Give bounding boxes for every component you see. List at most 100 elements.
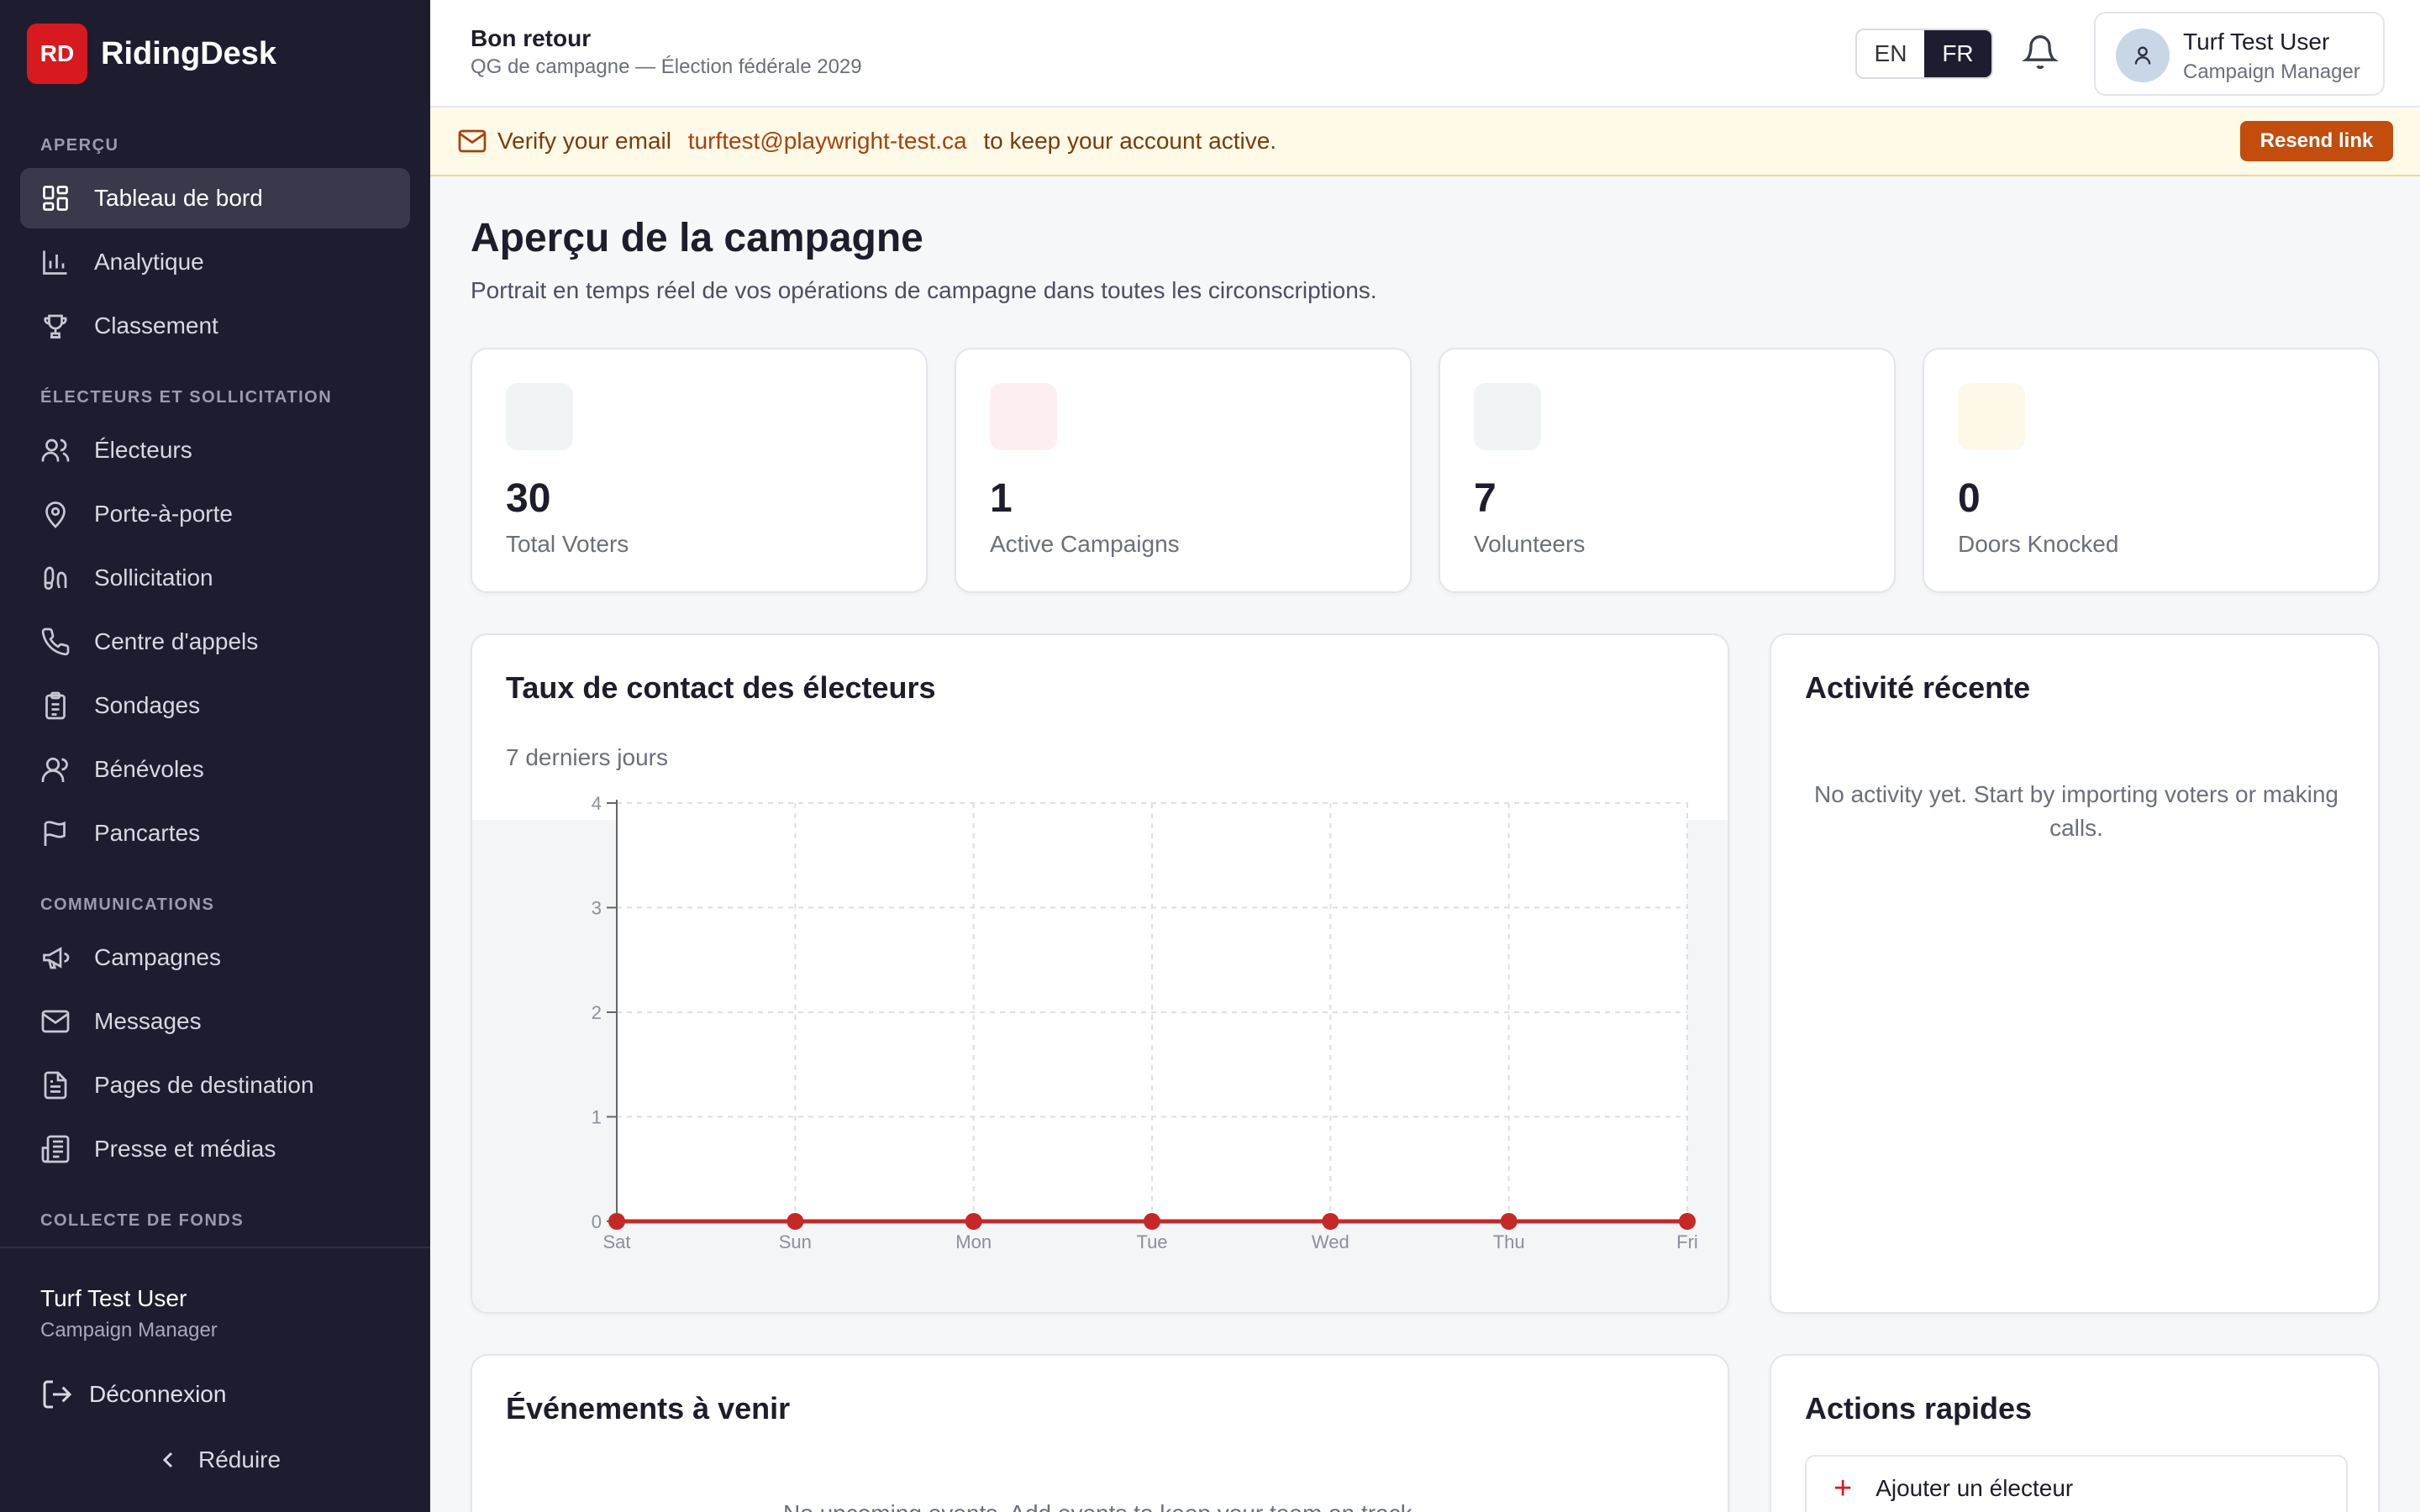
- sidebar-user-role: Campaign Manager: [40, 1319, 218, 1341]
- stat-card-doors-knocked: 0 Doors Knocked: [1923, 348, 2380, 593]
- recent-activity-empty: No activity yet. Start by importing vote…: [1814, 781, 2338, 841]
- megaphone-icon: [43, 947, 70, 969]
- x-tick-label: Mon: [955, 1231, 992, 1252]
- sidebar-item-sollicitation[interactable]: Sollicitation: [20, 548, 410, 608]
- user-icon: [41, 757, 68, 782]
- stat-label: Volunteers: [1474, 531, 1586, 557]
- y-tick-label: 1: [592, 1107, 602, 1128]
- stat-card-total-voters: 30 Total Voters: [471, 348, 928, 593]
- x-tick-label: Sun: [779, 1231, 812, 1252]
- mail-icon: [41, 1010, 70, 1033]
- stat-icon: [1958, 383, 2025, 450]
- data-point: [786, 1213, 804, 1230]
- mail-icon: [458, 129, 487, 153]
- map-pin-icon: [45, 501, 66, 528]
- sidebar-item-electeurs[interactable]: Électeurs: [20, 420, 410, 480]
- sidebar-item-benevoles[interactable]: Bénévoles: [20, 739, 410, 800]
- brand[interactable]: RD RidingDesk: [27, 24, 276, 84]
- welcome-title: Bon retour: [471, 25, 592, 51]
- user-menu[interactable]: Turf Test User Campaign Manager: [2094, 12, 2385, 96]
- banner-suffix: to keep your account active.: [983, 128, 1277, 154]
- page-title: Aperçu de la campagne: [471, 216, 923, 260]
- banner-text: Verify your email turftest@playwright-te…: [497, 128, 1276, 155]
- trophy-icon: [44, 314, 67, 339]
- upcoming-events-title: Événements à venir: [506, 1391, 791, 1425]
- user-menu-role: Campaign Manager: [2183, 60, 2360, 83]
- sidebar-item-label: Porte-à-porte: [94, 501, 233, 527]
- upcoming-events-card: Événements à venir No upcoming events. A…: [471, 1354, 1729, 1512]
- stat-icon: [506, 383, 573, 450]
- stat-value: 0: [1958, 476, 1981, 521]
- sidebar-item-label: Électeurs: [94, 437, 192, 463]
- collapse-sidebar-button[interactable]: Réduire: [155, 1446, 281, 1473]
- user-icon: [2134, 46, 2151, 65]
- header-subtitle: QG de campagne — Élection fédérale 2029: [471, 55, 862, 78]
- lang-fr-button[interactable]: FR: [1924, 30, 1991, 77]
- quick-actions-title: Actions rapides: [1805, 1391, 2033, 1425]
- bar-chart-icon: [43, 250, 67, 275]
- language-switcher: EN FR: [1855, 29, 1993, 79]
- y-tick-label: 4: [592, 793, 602, 814]
- stat-label: Doors Knocked: [1958, 531, 2119, 557]
- chevron-left-icon: [162, 1452, 173, 1468]
- sidebar-item-label: Analytique: [94, 249, 204, 275]
- stat-icon: [990, 383, 1057, 450]
- plus-icon: +: [1833, 1471, 1853, 1506]
- users-icon: [41, 438, 70, 462]
- nav-section-electeurs: ÉLECTEURS ET SOLLICITATION: [40, 388, 333, 407]
- sidebar-item-tableau-de-bord[interactable]: Tableau de bord: [20, 168, 410, 228]
- stat-value: 1: [990, 476, 1013, 521]
- sidebar-item-messages[interactable]: Messages: [20, 991, 410, 1052]
- sidebar-item-centre-appels[interactable]: Centre d'appels: [20, 612, 410, 672]
- sidebar-divider: [0, 1247, 430, 1248]
- y-tick-label: 2: [592, 1002, 602, 1023]
- x-tick-label: Thu: [1493, 1231, 1525, 1252]
- sidebar-item-presse-medias[interactable]: Presse et médias: [20, 1119, 410, 1179]
- sidebar-item-label: Messages: [94, 1008, 202, 1034]
- y-tick-label: 3: [592, 898, 602, 919]
- add-voter-button[interactable]: + Ajouter un électeur: [1805, 1455, 2348, 1512]
- resend-link-button[interactable]: Resend link: [2240, 121, 2393, 161]
- contact-rate-chart: 0 1 2 3 4 Sat Sun Mon Tue Wed Thu Fri: [472, 793, 1728, 1312]
- add-voter-label: Ajouter un électeur: [1876, 1475, 2074, 1501]
- nav-section-apercu: APERÇU: [40, 136, 119, 155]
- page-subtitle: Portrait en temps réel de vos opérations…: [471, 277, 1377, 303]
- stat-icon: [1474, 383, 1541, 450]
- sidebar-item-label: Sollicitation: [94, 564, 213, 591]
- upcoming-events-empty: No upcoming events. Add events to keep y…: [783, 1500, 1418, 1512]
- sidebar-item-sondages[interactable]: Sondages: [20, 675, 410, 736]
- sidebar-item-porte-a-porte[interactable]: Porte-à-porte: [20, 484, 410, 544]
- brand-name: RidingDesk: [101, 35, 277, 71]
- avatar: [2116, 29, 2170, 82]
- sidebar-item-pages-destination[interactable]: Pages de destination: [20, 1055, 410, 1116]
- nav-section-communications: COMMUNICATIONS: [40, 895, 215, 914]
- sidebar-item-classement[interactable]: Classement: [20, 296, 410, 356]
- x-tick-label: Sat: [602, 1231, 630, 1252]
- sidebar-item-label: Tableau de bord: [94, 185, 263, 211]
- data-point: [1144, 1213, 1160, 1230]
- sidebar-item-label: Centre d'appels: [94, 628, 259, 654]
- lang-en-button[interactable]: EN: [1857, 30, 1924, 77]
- stat-label: Total Voters: [506, 531, 629, 557]
- recent-activity-title: Activité récente: [1805, 670, 2031, 705]
- sidebar-item-pancartes[interactable]: Pancartes: [20, 803, 410, 864]
- dashboard-icon: [43, 186, 68, 211]
- sidebar-item-campagnes[interactable]: Campagnes: [20, 927, 410, 988]
- banner-prefix: Verify your email: [497, 128, 671, 154]
- sidebar-item-label: Sondages: [94, 692, 201, 718]
- logout-button[interactable]: Déconnexion: [40, 1378, 226, 1411]
- sidebar-item-label: Bénévoles: [94, 756, 204, 782]
- stat-value: 7: [1474, 476, 1497, 521]
- logout-icon: [43, 1380, 72, 1409]
- sidebar: RD RidingDesk APERÇU Tableau de bord Ana…: [0, 0, 430, 1512]
- sidebar-item-label: Pages de destination: [94, 1072, 314, 1098]
- top-header: Bon retour QG de campagne — Élection féd…: [430, 0, 2420, 108]
- sidebar-item-analytique[interactable]: Analytique: [20, 232, 410, 292]
- bell-icon[interactable]: [2022, 34, 2059, 71]
- stat-card-active-campaigns: 1 Active Campaigns: [955, 348, 1412, 593]
- flag-icon: [44, 821, 66, 846]
- stat-card-volunteers: 7 Volunteers: [1439, 348, 1896, 593]
- sidebar-user-name: Turf Test User: [40, 1285, 187, 1311]
- quick-actions-card: Actions rapides + Ajouter un électeur: [1770, 1354, 2380, 1512]
- file-text-icon: [44, 1071, 67, 1100]
